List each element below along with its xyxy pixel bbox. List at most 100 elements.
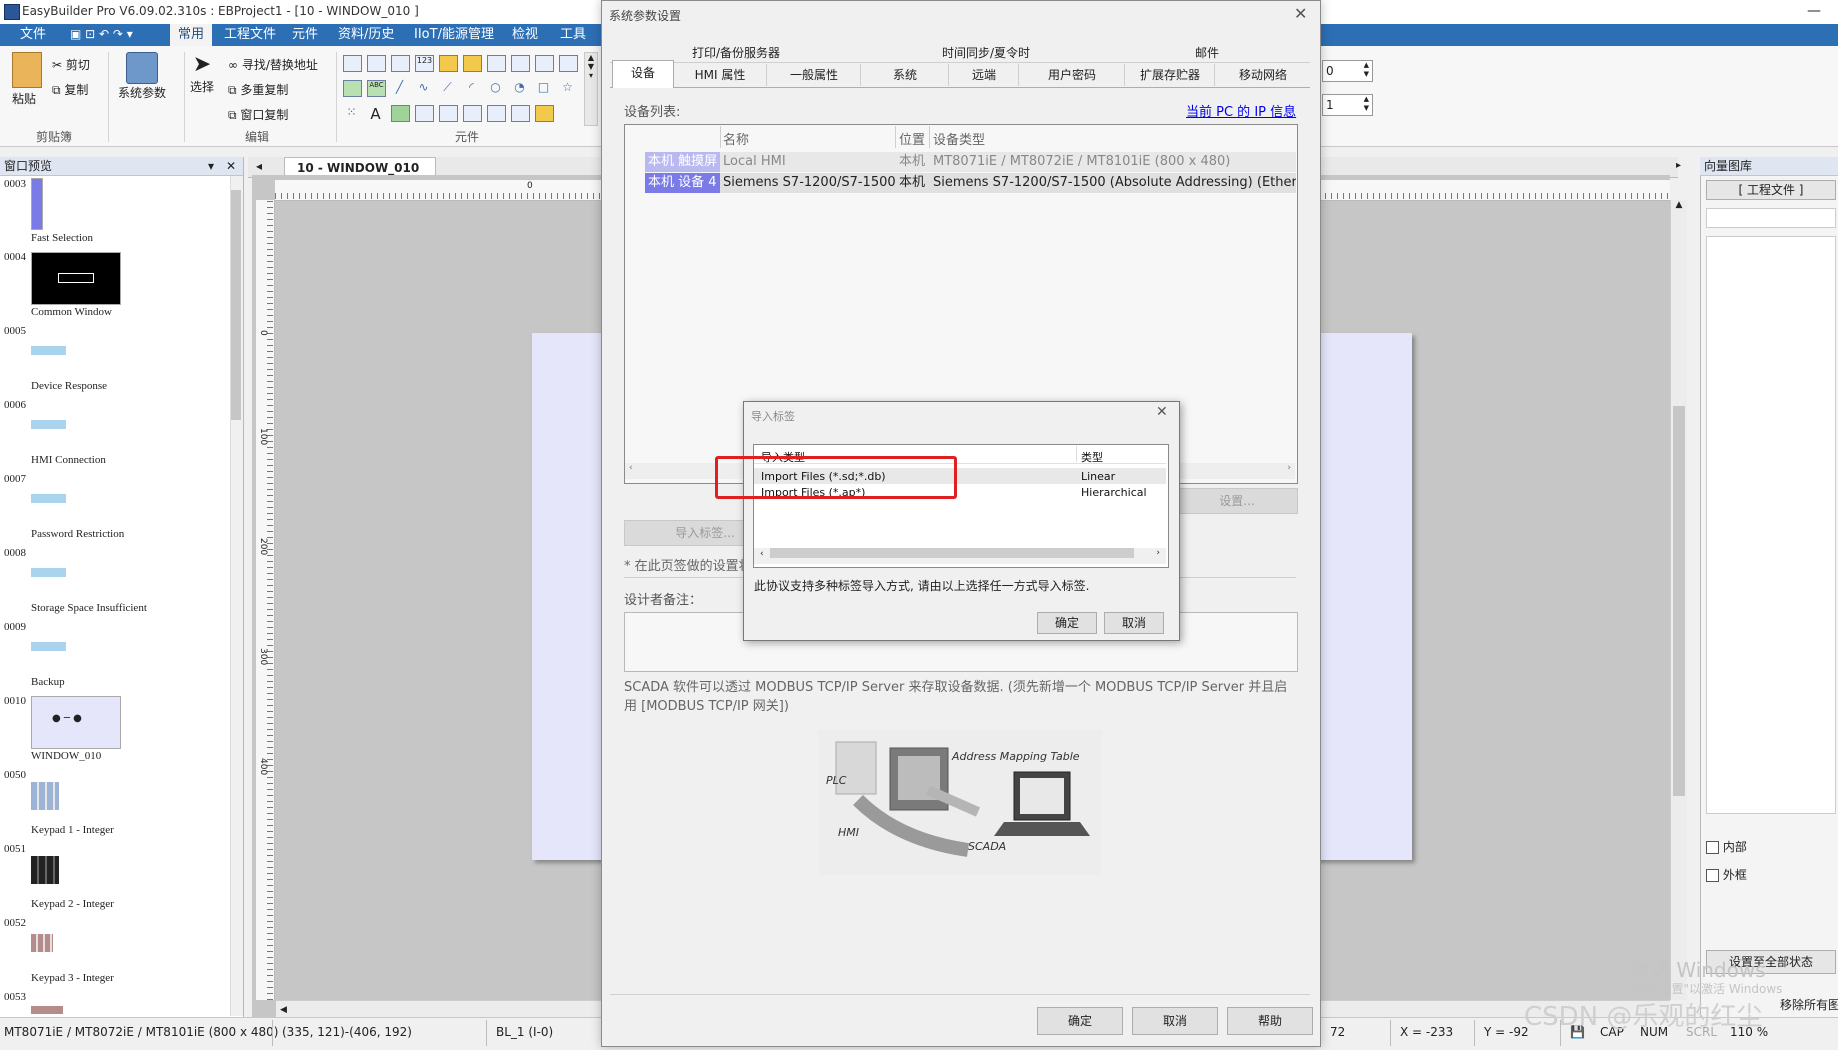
pane-scroll-right-icon[interactable]: ▸ <box>1676 160 1681 171</box>
window-copy-button[interactable]: ⧉ 窗口复制 <box>228 106 288 123</box>
rectangle-icon[interactable]: □ <box>535 80 552 97</box>
menu-tools[interactable]: 工具 <box>552 24 594 46</box>
keypad-thumb[interactable] <box>31 934 53 952</box>
tab-time-sync[interactable]: 时间同步/夏令时 <box>862 44 1110 62</box>
menu-data-history[interactable]: 资料/历史 <box>330 24 402 46</box>
copy-button[interactable]: ⧉ 复制 <box>52 81 88 98</box>
tab-extended-memory[interactable]: 扩展存贮器 <box>1126 64 1215 86</box>
arc-icon[interactable]: ◜ <box>463 80 480 97</box>
preview-thumb[interactable] <box>31 346 66 355</box>
preview-thumb[interactable] <box>31 568 66 577</box>
tab-email[interactable]: 邮件 <box>1112 44 1302 62</box>
tag-icon[interactable] <box>439 55 458 72</box>
dots-icon[interactable]: ⁙ <box>343 105 360 123</box>
minimize-button[interactable]: — <box>1796 0 1832 24</box>
preview-thumb[interactable] <box>31 178 43 230</box>
trend-icon[interactable]: ⟋ <box>439 80 456 97</box>
quick-access-toolbar[interactable]: ▣ ⊡ ↶ ↷ ▾ <box>70 27 133 41</box>
preview-thumb[interactable] <box>31 420 66 429</box>
text-icon[interactable]: A <box>367 105 384 123</box>
lamp-icon[interactable] <box>463 105 482 122</box>
preview-name[interactable]: Keypad 2 - Integer <box>31 898 114 910</box>
io-icon[interactable] <box>535 55 554 72</box>
paste-button[interactable]: 粘贴 <box>12 52 42 107</box>
star-icon[interactable]: ☆ <box>559 80 576 97</box>
find-replace-button[interactable]: ∞ 寻找/替换地址 <box>228 56 318 73</box>
tab-scroll-left-icon[interactable]: ◂ <box>256 159 262 173</box>
preview-name[interactable]: Device Response <box>31 380 107 392</box>
close-icon[interactable]: ✕ <box>1294 4 1307 23</box>
meter-icon[interactable] <box>487 105 506 122</box>
tab-hmi-props[interactable]: HMI 属性 <box>674 64 767 86</box>
device-row-selected[interactable]: 本机 设备 4 Siemens S7-1200/S7-1500 本机 Sieme… <box>645 173 1296 193</box>
menu-objects[interactable]: 元件 <box>284 24 326 46</box>
tab-general-props[interactable]: 一般属性 <box>768 64 861 86</box>
preview-name[interactable]: Fast Selection <box>31 232 93 244</box>
editor-vertical-scrollbar[interactable]: ▲ <box>1670 200 1687 1000</box>
ascii-icon[interactable]: ABC <box>367 80 386 97</box>
library-combo[interactable] <box>1706 208 1836 228</box>
pane-close-icon[interactable]: ✕ <box>226 157 236 175</box>
alarm-icon[interactable] <box>535 105 554 122</box>
circle-icon[interactable]: ○ <box>487 80 504 97</box>
checkbox-box[interactable] <box>1706 869 1719 882</box>
slider-icon[interactable] <box>511 55 530 72</box>
menu-view[interactable]: 检视 <box>504 24 546 46</box>
outer-checkbox[interactable]: 外框 <box>1706 866 1747 883</box>
menu-project[interactable]: 工程文件 <box>216 24 284 46</box>
menu-file[interactable]: 文件 <box>12 24 54 46</box>
polyline-icon[interactable]: ∿ <box>415 80 432 97</box>
import-ok-button[interactable]: 确定 <box>1037 612 1097 634</box>
preview-name[interactable]: Keypad 3 - Integer <box>31 972 114 984</box>
column-header-type[interactable]: 类型 <box>1081 449 1103 465</box>
menu-iiot[interactable]: IIoT/能源管理 <box>406 24 502 46</box>
column-header-name[interactable]: 名称 <box>723 129 749 148</box>
inner-checkbox[interactable]: 内部 <box>1706 838 1747 855</box>
function-key-icon[interactable] <box>487 55 506 72</box>
spin-box-0[interactable]: 0 ▲ ▼ <box>1322 60 1373 82</box>
device-row[interactable]: 本机 触摸屏 Local HMI 本机 MT8071iE / MT8072iE … <box>645 152 1296 172</box>
menu-home[interactable]: 常用 <box>170 24 213 46</box>
pie-icon[interactable]: ◔ <box>511 80 528 97</box>
numeric-icon[interactable] <box>391 55 410 72</box>
preview-thumb[interactable]: ● ─ ● <box>31 696 121 749</box>
column-header-type[interactable]: 设备类型 <box>933 129 985 148</box>
preview-thumb[interactable] <box>31 252 121 305</box>
settings-button[interactable]: 设置... <box>1176 488 1298 514</box>
ok-button[interactable]: 确定 <box>1037 1007 1123 1035</box>
picture-icon[interactable] <box>391 105 410 122</box>
numeric-input-icon[interactable]: 123 <box>415 55 434 72</box>
import-cancel-button[interactable]: 取消 <box>1104 612 1164 634</box>
multi-copy-button[interactable]: ⧉ 多重复制 <box>228 81 288 98</box>
preview-name[interactable]: Backup <box>31 676 65 688</box>
preview-thumb[interactable] <box>31 642 66 651</box>
gear-toggle-icon[interactable] <box>343 80 362 97</box>
preview-name[interactable]: Storage Space Insufficient <box>31 602 147 614</box>
frame-icon[interactable] <box>415 105 434 122</box>
option-list-icon[interactable] <box>463 55 482 72</box>
system-params-button[interactable]: 系统参数 <box>118 52 166 101</box>
checkbox-box[interactable] <box>1706 841 1719 854</box>
preview-name[interactable]: HMI Connection <box>31 454 106 466</box>
tab-device[interactable]: 设备 <box>612 60 674 88</box>
ip-info-link[interactable]: 当前 PC 的 IP 信息 <box>1186 101 1296 120</box>
table-icon[interactable] <box>559 55 578 72</box>
preview-name[interactable]: WINDOW_010 <box>31 750 101 762</box>
select-button[interactable]: ➤ 选择 <box>190 52 214 95</box>
column-header-location[interactable]: 位置 <box>899 129 925 148</box>
close-icon[interactable]: ✕ <box>1156 404 1168 420</box>
bulb-icon[interactable] <box>343 55 362 72</box>
project-files-button[interactable]: [ 工程文件 ] <box>1706 180 1836 200</box>
line-icon[interactable]: ╱ <box>391 80 408 97</box>
cancel-button[interactable]: 取消 <box>1132 1007 1218 1035</box>
remove-all-images-button[interactable]: 移除所有图 <box>1780 996 1838 1013</box>
preview-scrollbar[interactable] <box>230 176 243 1016</box>
keypad-thumb[interactable] <box>31 856 59 884</box>
grid-icon[interactable] <box>439 105 458 122</box>
keypad-thumb[interactable] <box>31 782 59 810</box>
spin-box-1[interactable]: 1 ▲ ▼ <box>1322 94 1373 116</box>
preview-thumb[interactable] <box>31 494 66 503</box>
preview-name[interactable]: Keypad 1 - Integer <box>31 824 114 836</box>
preview-thumb[interactable] <box>31 1006 63 1014</box>
preview-name[interactable]: Common Window <box>31 306 112 318</box>
